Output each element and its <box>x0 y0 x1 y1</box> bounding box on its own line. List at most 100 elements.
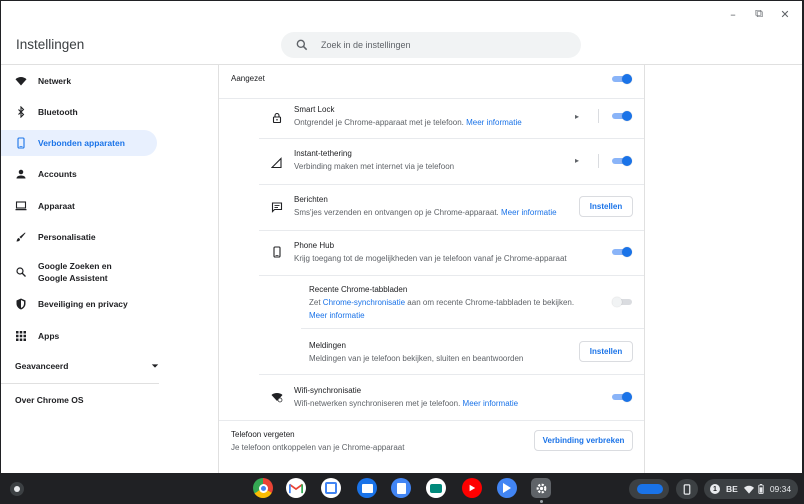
phone-tray-button[interactable] <box>676 479 698 499</box>
sidebar-advanced[interactable]: Geavanceerd <box>15 361 159 371</box>
virtual-desk-icon <box>637 484 663 494</box>
sidebar-item-verbonden-apparaten[interactable]: Verbonden apparaten <box>1 130 157 156</box>
phone-icon <box>273 246 281 258</box>
advanced-label: Geavanceerd <box>15 361 69 371</box>
search-input[interactable] <box>321 40 561 50</box>
divider <box>259 138 644 139</box>
divider <box>259 374 644 375</box>
tethering-row[interactable]: Instant-tethering Verbinding maken met i… <box>219 147 644 181</box>
sidebar-item-label: Google Zoeken en Google Assistent <box>38 261 112 283</box>
settings-window: – ⧉ ✕ Instellingen Netwerk Bluetooth Ver… <box>1 1 802 473</box>
keyboard-layout-indicator: BE <box>726 484 738 494</box>
smart-lock-desc: Ontgrendel je Chrome-apparaat met je tel… <box>294 118 464 127</box>
sidebar-item-beveiliging[interactable]: Beveiliging en privacy <box>1 294 157 314</box>
youtube-icon[interactable] <box>462 478 482 498</box>
play-icon[interactable] <box>497 478 517 498</box>
search-box[interactable] <box>281 32 581 58</box>
sidebar-item-netwerk[interactable]: Netwerk <box>1 71 157 91</box>
chevron-right-icon[interactable]: ▸ <box>575 156 579 165</box>
divider <box>219 420 644 421</box>
enabled-toggle[interactable] <box>612 74 632 84</box>
gmail-icon[interactable] <box>286 478 306 498</box>
disconnect-button[interactable]: Verbinding verbreken <box>534 430 633 451</box>
chrome-sync-link[interactable]: Chrome-synchronisatie <box>323 298 405 307</box>
notifications-title: Meldingen <box>309 341 346 350</box>
forget-phone-title: Telefoon vergeten <box>231 430 295 439</box>
smart-lock-row[interactable]: Smart Lock Ontgrendel je Chrome-apparaat… <box>219 103 644 139</box>
notifications-row: Meldingen Meldingen van je telefoon beki… <box>219 339 644 369</box>
recent-tabs-row: Recente Chrome-tabbladen Zet Chrome-sync… <box>219 284 644 324</box>
sidebar-item-label: Apparaat <box>38 201 75 211</box>
files-icon[interactable] <box>357 478 377 498</box>
sidebar-item-label: Bluetooth <box>38 107 78 117</box>
caret-down-icon <box>151 364 159 368</box>
forget-phone-desc: Je telefoon ontkoppelen van je Chrome-ap… <box>231 443 405 452</box>
wifi-sync-title: Wifi-synchronisatie <box>294 386 362 395</box>
lock-icon <box>272 112 282 124</box>
messages-row: Berichten Sms'jes verzenden en ontvangen… <box>219 192 644 228</box>
messages-desc: Sms'jes verzenden en ontvangen op je Chr… <box>294 208 499 217</box>
wifi-icon <box>743 485 754 494</box>
sidebar-item-label: Beveiliging en privacy <box>38 299 128 309</box>
messages-learn-more-link[interactable]: Meer informatie <box>501 208 557 217</box>
sidebar-item-apps[interactable]: Apps <box>1 326 157 346</box>
sidebar-item-label: Apps <box>38 331 60 341</box>
laptop-icon <box>15 200 27 212</box>
restore-button[interactable]: ⧉ <box>752 7 766 21</box>
status-area[interactable]: 1 BE 09:34 <box>704 479 798 499</box>
sidebar-item-about[interactable]: Over Chrome OS <box>15 395 84 405</box>
sidebar-divider <box>1 383 159 384</box>
shelf: 1 BE 09:34 <box>0 474 804 504</box>
connected-devices-panel: Aangezet Smart Lock Ontgrendel je Chrome… <box>218 65 645 473</box>
app-title: Instellingen <box>16 37 85 52</box>
close-button[interactable]: ✕ <box>778 7 792 21</box>
wifi-sync-desc: Wifi-netwerken synchroniseren met je tel… <box>294 399 461 408</box>
launcher-button[interactable] <box>10 482 24 496</box>
recent-tabs-desc-post: aan om recente Chrome-tabbladen te bekij… <box>407 298 575 307</box>
smart-lock-toggle[interactable] <box>612 111 632 121</box>
phone-hub-tray[interactable] <box>629 479 669 499</box>
recent-tabs-learn-more-link[interactable]: Meer informatie <box>309 311 365 320</box>
clock: 09:34 <box>769 484 792 494</box>
search-icon <box>15 266 27 278</box>
sidebar-item-accounts[interactable]: Accounts <box>1 164 157 184</box>
sidebar-item-label: Personalisatie <box>38 232 96 242</box>
messages-setup-button[interactable]: Instellen <box>579 196 633 217</box>
shield-icon <box>15 298 27 310</box>
chevron-right-icon[interactable]: ▸ <box>575 112 579 121</box>
divider <box>259 275 644 276</box>
minimize-button[interactable]: – <box>726 7 740 21</box>
chrome-icon[interactable] <box>253 478 273 498</box>
tethering-toggle[interactable] <box>612 156 632 166</box>
calendar-icon[interactable] <box>321 478 341 498</box>
docs-icon[interactable] <box>391 478 411 498</box>
recent-tabs-toggle <box>612 297 632 307</box>
search-icon <box>296 39 308 51</box>
tethering-desc: Verbinding maken met internet via je tel… <box>294 162 455 171</box>
wifi-sync-learn-more-link[interactable]: Meer informatie <box>463 399 519 408</box>
sidebar-item-bluetooth[interactable]: Bluetooth <box>1 102 157 122</box>
notifications-setup-button[interactable]: Instellen <box>579 341 633 362</box>
messages-title: Berichten <box>294 195 328 204</box>
notifications-desc: Meldingen van je telefoon bekijken, slui… <box>309 354 524 363</box>
meet-icon[interactable] <box>426 478 446 498</box>
divider <box>598 109 599 123</box>
recent-tabs-desc-pre: Zet <box>309 298 321 307</box>
smart-lock-learn-more-link[interactable]: Meer informatie <box>466 118 522 127</box>
forget-phone-row: Telefoon vergeten Je telefoon ontkoppele… <box>219 429 644 459</box>
bluetooth-icon <box>15 106 27 118</box>
divider <box>301 328 644 329</box>
wifi-icon <box>15 75 27 87</box>
person-icon <box>15 168 27 180</box>
settings-icon[interactable] <box>531 478 551 498</box>
divider <box>259 230 644 231</box>
phone-hub-toggle[interactable] <box>612 247 632 257</box>
sidebar-item-google-zoeken[interactable]: Google Zoeken en Google Assistent <box>1 257 157 287</box>
tethering-title: Instant-tethering <box>294 149 352 158</box>
wifi-sync-toggle[interactable] <box>612 392 632 402</box>
recent-tabs-title: Recente Chrome-tabbladen <box>309 285 408 294</box>
sidebar-item-personalisatie[interactable]: Personalisatie <box>1 227 157 247</box>
sidebar-item-apparaat[interactable]: Apparaat <box>1 196 157 216</box>
brush-icon <box>15 231 27 243</box>
phone-hub-title: Phone Hub <box>294 241 335 250</box>
